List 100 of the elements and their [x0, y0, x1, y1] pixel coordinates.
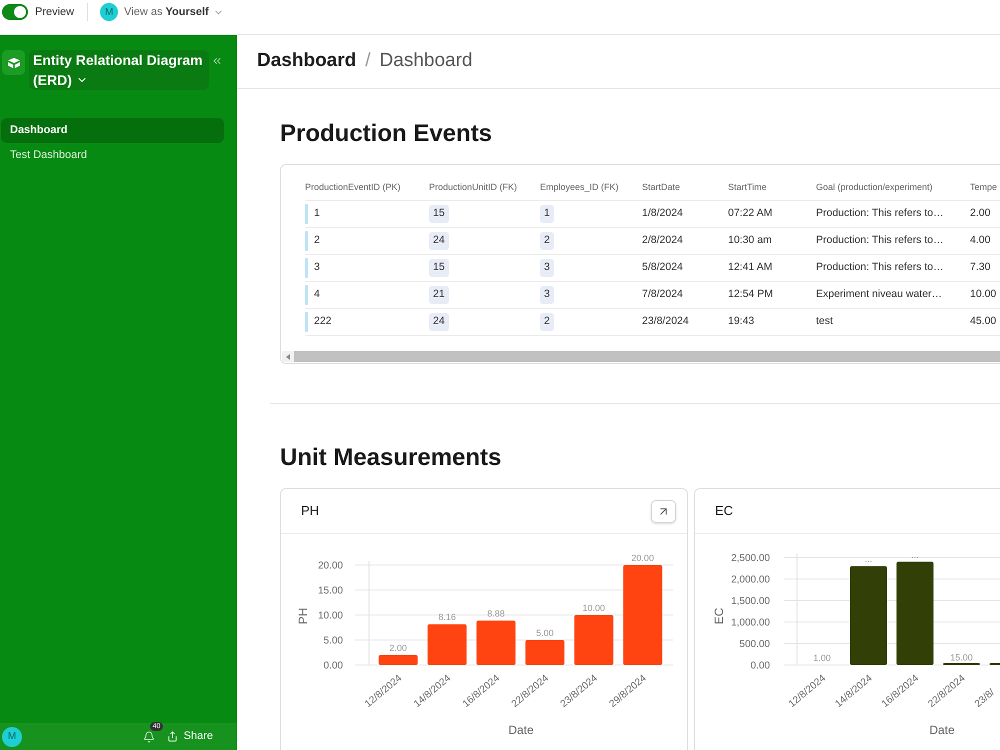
card-title: PH — [301, 502, 320, 520]
linked-record-chip: 24 — [429, 232, 449, 250]
linked-record-chip: 1 — [540, 205, 554, 223]
y-axis-title: PH — [296, 608, 310, 624]
table-cell-text: 2.00 — [970, 206, 990, 222]
y-tick-label: 15.00 — [318, 586, 343, 596]
user-avatar: M — [100, 3, 118, 21]
breadcrumb-current: Dashboard — [380, 49, 472, 74]
linked-record-chip: 3 — [540, 259, 554, 277]
breadcrumb-link[interactable]: Dashboard — [257, 47, 356, 76]
chart-bar — [574, 615, 614, 665]
section-title: Production Events — [280, 119, 494, 149]
bar-value-label: 2.00 — [389, 643, 407, 653]
table-cell-text: Experiment niveau water… — [816, 287, 942, 302]
linked-record-chip: 15 — [429, 205, 449, 223]
row-indicator-icon — [305, 312, 308, 332]
y-tick-label: 5.00 — [324, 636, 343, 646]
y-tick-label: 500.00 — [739, 639, 770, 650]
table-cell-text: 7.30 — [970, 260, 990, 276]
row-indicator-icon — [305, 204, 308, 224]
table-cell-text: test — [816, 314, 833, 330]
row-indicator-icon — [305, 285, 308, 305]
bar-value-label: ... — [911, 550, 919, 560]
y-tick-label: 10.00 — [318, 610, 343, 622]
user-avatar[interactable]: M — [2, 726, 22, 746]
x-axis-title: Date — [508, 723, 534, 737]
y-tick-label: 1,000.00 — [731, 618, 770, 628]
table-cell-text: 2/8/2024 — [642, 233, 683, 248]
chart-bar — [476, 620, 516, 665]
horizontal-scrollbar[interactable] — [282, 351, 1000, 362]
table-cell-text: Production: This refers to… — [816, 206, 944, 222]
expand-button[interactable] — [651, 500, 676, 522]
y-tick-label: 2,000.00 — [731, 574, 770, 586]
sidebar-nav-item[interactable]: Dashboard — [1, 118, 224, 143]
chart-bar — [428, 624, 467, 665]
view-as-dropdown[interactable]: M View as Yourself — [100, 3, 224, 21]
y-tick-label: 0.00 — [324, 660, 343, 672]
table-cell-text: Production: This refers to… — [816, 233, 944, 248]
bar-value-label: 8.16 — [438, 612, 456, 622]
table-cell-text: 222 — [314, 314, 332, 330]
column-header[interactable]: StartTime — [728, 181, 816, 195]
linked-record-chip: 21 — [429, 286, 449, 304]
column-header[interactable]: ProductionEventID (PK) — [305, 181, 429, 195]
y-tick-label: 2,500.00 — [731, 553, 770, 564]
chart-bar — [378, 655, 418, 665]
bar-value-label: 20.00 — [631, 553, 654, 563]
table-cell-text: 23/8/2024 — [642, 314, 689, 330]
table-cell-text: 1 — [314, 206, 320, 222]
bar-value-label: 1.00 — [813, 652, 831, 663]
double-chevron-left-icon[interactable] — [211, 55, 223, 67]
table-cell-text: 10:30 am — [728, 233, 772, 248]
row-indicator-icon — [305, 258, 308, 278]
column-header[interactable]: StartDate — [642, 181, 728, 195]
sidebar-nav-item[interactable]: Test Dashboard — [1, 143, 224, 168]
card-title: EC — [715, 502, 734, 520]
y-tick-label: 20.00 — [318, 560, 343, 572]
linked-record-chip: 2 — [540, 313, 554, 331]
table-cell-text: 4.00 — [970, 233, 990, 248]
preview-toggle[interactable] — [2, 4, 28, 20]
app-logo-icon — [2, 50, 25, 75]
toggle-label: Preview — [35, 4, 74, 20]
section-title: Unit Measurements — [280, 443, 502, 473]
table-cell-text: 07:22 AM — [728, 206, 772, 222]
table-cell-text: 4 — [314, 287, 320, 302]
caret-left-icon[interactable] — [286, 354, 290, 360]
bell-icon[interactable] — [142, 730, 155, 742]
y-tick-label: 1,500.00 — [731, 596, 770, 607]
y-tick-label: 0.00 — [750, 660, 770, 672]
column-header[interactable]: ProductionUnitID (FK) — [429, 181, 540, 195]
table-cell-text: Production: This refers to… — [816, 260, 944, 276]
y-axis-title: EC — [712, 608, 726, 624]
table-cell-text: 3 — [314, 260, 320, 276]
base-title-dropdown[interactable]: Entity Relational Diagram (ERD) — [29, 50, 209, 90]
linked-record-chip: 24 — [429, 313, 449, 331]
share-button[interactable]: Share — [166, 728, 213, 745]
linked-record-chip: 15 — [429, 259, 449, 277]
bar-value-label: ... — [864, 554, 872, 564]
x-axis-title: Date — [929, 723, 955, 737]
breadcrumb-separator: / — [365, 49, 371, 74]
column-header[interactable]: Employees_ID (FK) — [540, 181, 642, 195]
table-cell-text: 45.00 — [970, 314, 996, 330]
table-cell-text: 2 — [314, 233, 320, 248]
table-cell-text: 12:41 AM — [728, 260, 772, 276]
row-indicator-icon — [305, 231, 308, 251]
table-cell-text: 5/8/2024 — [642, 260, 683, 276]
table-cell-text: 12:54 PM — [728, 287, 773, 302]
share-icon — [166, 731, 178, 742]
table-cell-text: 10.00 — [970, 287, 996, 302]
bar-value-label: 15.00 — [950, 652, 973, 662]
table-cell-text: 1/8/2024 — [642, 206, 683, 222]
column-header[interactable]: Tempe — [970, 181, 1000, 195]
bar-value-label: 10.00 — [582, 603, 606, 613]
column-header[interactable]: Goal (production/experiment) — [816, 181, 970, 195]
table-cell-text: 19:43 — [728, 314, 754, 330]
chart-bar — [525, 640, 564, 665]
bar-value-label: 5.00 — [536, 628, 554, 638]
linked-record-chip: 3 — [540, 286, 554, 304]
table-cell-text: 7/8/2024 — [642, 287, 683, 302]
linked-record-chip: 2 — [540, 232, 554, 250]
bar-value-label: 8.88 — [487, 608, 505, 619]
